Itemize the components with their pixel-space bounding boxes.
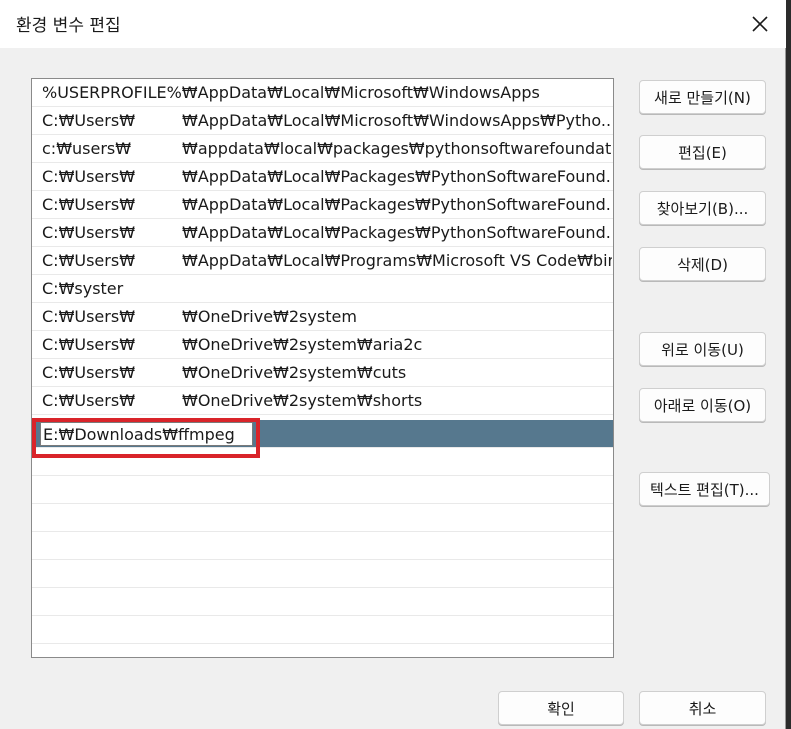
dialog-title: 환경 변수 편집 [16, 16, 121, 36]
list-item-selected[interactable] [32, 420, 613, 448]
path-edit-input[interactable] [40, 422, 253, 446]
list-item[interactable]: %USERPROFILE%₩AppData₩Local₩Microsoft₩Wi… [32, 79, 613, 107]
title-bar: 환경 변수 편집 [0, 0, 786, 48]
browse-button[interactable]: 찾아보기(B)... [639, 191, 766, 225]
cancel-button[interactable]: 취소 [639, 691, 766, 725]
path-suffix: ₩AppData₩Local₩Packages₩PythonSoftwareFo… [182, 195, 612, 214]
path-suffix: ₩OneDrive₩2system [182, 307, 357, 326]
path-prefix: C:₩Users₩ [42, 111, 136, 130]
path-prefix: C:₩Users₩ [42, 363, 136, 382]
empty-row [32, 616, 613, 644]
empty-row [32, 588, 613, 616]
list-item[interactable]: C:₩Users₩ ₩AppData₩Local₩Packages₩Python… [32, 191, 613, 219]
empty-row [32, 560, 613, 588]
list-item[interactable]: c:₩users₩ ₩appdata₩local₩packages₩python… [32, 135, 613, 163]
list-item[interactable]: C:₩Users₩ ₩AppData₩Local₩Packages₩Python… [32, 163, 613, 191]
move-down-button[interactable]: 아래로 이동(O) [639, 388, 766, 422]
empty-row [32, 532, 613, 560]
list-item[interactable]: C:₩Users₩ ₩OneDrive₩2system₩cuts [32, 359, 613, 387]
path-text: %USERPROFILE%₩AppData₩Local₩Microsoft₩Wi… [42, 83, 540, 102]
list-item[interactable]: C:₩Users₩ ₩AppData₩Local₩Programs₩Micros… [32, 247, 613, 275]
edit-text-button[interactable]: 텍스트 편집(T)... [639, 472, 770, 506]
close-button[interactable] [740, 6, 780, 42]
list-item[interactable]: C:₩syster [32, 275, 613, 303]
path-prefix: c:₩users₩ [42, 139, 132, 158]
list-item[interactable]: C:₩Users₩ ₩OneDrive₩2system [32, 303, 613, 331]
empty-row [32, 504, 613, 532]
list-item[interactable]: C:₩Users₩ ₩OneDrive₩2system₩aria2c [32, 331, 613, 359]
edit-environment-variable-dialog: 환경 변수 편집 %USERPROFILE%₩AppData₩Local₩Mic… [0, 0, 786, 729]
list-item[interactable]: C:₩Users₩ ₩AppData₩Local₩Packages₩Python… [32, 219, 613, 247]
path-prefix: C:₩Users₩ [42, 167, 136, 186]
path-prefix: C:₩Users₩ [42, 307, 136, 326]
edit-button[interactable]: 편집(E) [639, 135, 766, 169]
delete-button[interactable]: 삭제(D) [639, 247, 766, 281]
path-prefix: C:₩syster [42, 279, 124, 298]
ok-button[interactable]: 확인 [498, 691, 624, 725]
path-suffix: ₩AppData₩Local₩Microsoft₩WindowsApps₩Pyt… [182, 111, 612, 130]
path-list[interactable]: %USERPROFILE%₩AppData₩Local₩Microsoft₩Wi… [31, 78, 614, 658]
path-suffix: ₩appdata₩local₩packages₩pythonsoftwarefo… [182, 139, 612, 158]
path-suffix: ₩OneDrive₩2system₩aria2c [182, 335, 423, 354]
path-prefix: C:₩Users₩ [42, 251, 136, 270]
path-prefix: C:₩Users₩ [42, 335, 136, 354]
empty-row [32, 448, 613, 476]
path-suffix: ₩AppData₩Local₩Programs₩Microsoft VS Cod… [182, 251, 612, 270]
path-suffix: ₩AppData₩Local₩Packages₩PythonSoftwareFo… [182, 167, 612, 186]
path-prefix: C:₩Users₩ [42, 195, 136, 214]
path-prefix: C:₩Users₩ [42, 391, 136, 410]
path-suffix: ₩OneDrive₩2system₩shorts [182, 391, 423, 410]
path-suffix: ₩OneDrive₩2system₩cuts [182, 363, 407, 382]
list-item[interactable]: C:₩Users₩ ₩OneDrive₩2system₩shorts [32, 387, 613, 415]
move-up-button[interactable]: 위로 이동(U) [639, 332, 766, 366]
new-button[interactable]: 새로 만들기(N) [639, 80, 766, 114]
empty-row [32, 476, 613, 504]
close-icon [752, 16, 768, 32]
path-prefix: C:₩Users₩ [42, 223, 136, 242]
list-item[interactable]: C:₩Users₩ ₩AppData₩Local₩Microsoft₩Windo… [32, 107, 613, 135]
path-suffix: ₩AppData₩Local₩Packages₩PythonSoftwareFo… [182, 223, 612, 242]
